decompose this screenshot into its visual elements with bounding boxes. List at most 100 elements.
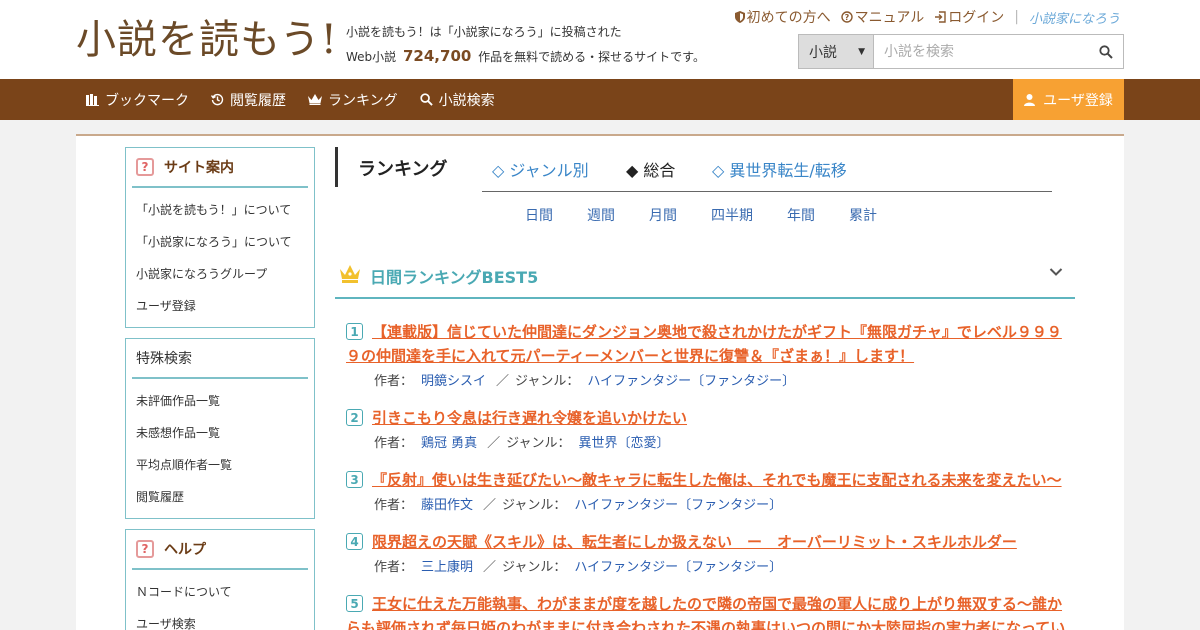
tab-isekai[interactable]: ◇ 異世界転生/転移 <box>712 157 847 181</box>
help-title: ヘルプ <box>164 542 206 558</box>
genre-label: ジャンル： <box>502 560 567 575</box>
ranking-entry: 4 限界超えの天賦《スキル》は、転生者にしか扱えない ー オーバーリミット・スキ… <box>346 530 1070 578</box>
special-search-heading: 特殊検索 <box>132 339 308 379</box>
sidebar-item-narou-group[interactable]: 小説家になろうグループ <box>126 258 314 290</box>
meta-separator: ／ <box>496 374 510 389</box>
shield-icon <box>734 11 745 23</box>
author-label: 作者： <box>374 498 414 513</box>
site-guide-heading: ? サイト案内 <box>132 148 308 188</box>
author-link[interactable]: 藤田作文 <box>421 498 473 513</box>
ranking-tabs: ◇ ジャンル別 ◆ 総合 ◇ 異世界転生/転移 <box>482 155 1052 192</box>
novel-title-link[interactable]: 【連載版】信じていた仲間達にダンジョン奥地で殺されかけたがギフト『無限ガチャ』で… <box>346 320 1070 368</box>
novel-meta: 作者： 鶏冠 勇真 ／ ジャンル： 異世界〔恋愛〕 <box>346 434 1070 454</box>
genre-link[interactable]: ハイファンタジー〔ファンタジー〕 <box>587 374 795 389</box>
user-register-label: ユーザ登録 <box>1043 92 1113 109</box>
period-daily[interactable]: 日間 <box>525 205 553 225</box>
login-link[interactable]: ログイン <box>934 7 1004 27</box>
sidebar-site-guide: ? サイト案内 「小説を読もう！」について 「小説家になろう」について 小説家に… <box>125 147 315 328</box>
site-tagline: 小説を読もう！は「小説家になろう」に投稿された Web小説 724,700 作品… <box>346 20 705 69</box>
period-weekly[interactable]: 週間 <box>587 205 615 225</box>
help-question-icon: ? <box>136 158 154 176</box>
beginners-link[interactable]: 初めての方へ <box>734 7 831 27</box>
genre-link[interactable]: 異世界〔恋愛〕 <box>579 436 670 451</box>
novel-meta: 作者： 藤田作文 ／ ジャンル： ハイファンタジー〔ファンタジー〕 <box>346 496 1070 516</box>
ranking-entry: 3 『反射』使いは生き延びたい～敵キャラに転生した俺は、それでも魔王に支配される… <box>346 468 1070 516</box>
author-link[interactable]: 三上康明 <box>421 560 473 575</box>
sidebar-item-unrated[interactable]: 未評価作品一覧 <box>126 385 314 417</box>
novel-title-link[interactable]: 『反射』使いは生き延びたい～敵キャラに転生した俺は、それでも魔王に支配される未来… <box>346 468 1070 492</box>
nav-search-label: 小説検索 <box>438 92 495 109</box>
novel-title-link[interactable]: 引きこもり令息は行き遅れ令嬢を追いかけたい <box>346 406 1070 430</box>
user-icon <box>1024 93 1036 106</box>
period-cumulative[interactable]: 累計 <box>849 205 877 225</box>
question-circle-icon: ? <box>840 11 853 23</box>
tab-genre[interactable]: ◇ ジャンル別 <box>492 157 589 181</box>
meta-separator: ／ <box>483 498 497 513</box>
author-label: 作者： <box>374 560 414 575</box>
tab-overall[interactable]: ◆ 総合 <box>626 157 675 181</box>
narou-brand-link[interactable]: 小説家になろう <box>1029 8 1120 27</box>
tagline-line-1: 小説を読もう！は「小説家になろう」に投稿された <box>346 25 622 39</box>
nav-ranking-label: ランキング <box>328 92 398 109</box>
rank-number: 1 <box>346 323 363 340</box>
site-logo[interactable]: 小説を読もう! <box>76 14 338 66</box>
site-guide-title: サイト案内 <box>164 160 234 176</box>
crown-icon <box>308 94 322 105</box>
search-category-value: 小説 <box>809 44 837 61</box>
rank-number: 5 <box>346 595 363 612</box>
user-register-button[interactable]: ユーザ登録 <box>1013 79 1124 120</box>
crown-icon <box>340 265 360 283</box>
sidebar-item-user-register[interactable]: ユーザ登録 <box>126 290 314 322</box>
svg-text:?: ? <box>844 13 849 22</box>
sidebar-item-no-reviews[interactable]: 未感想作品一覧 <box>126 417 314 449</box>
manual-link[interactable]: ? マニュアル <box>840 7 925 27</box>
author-link[interactable]: 明鏡シスイ <box>421 374 486 389</box>
daily-best5-title: 日間ランキングBEST5 <box>370 268 539 287</box>
sidebar-item-user-search[interactable]: ユーザ検索 <box>126 608 314 630</box>
author-link[interactable]: 鶏冠 勇真 <box>421 436 477 451</box>
rank-number: 2 <box>346 409 363 426</box>
chevron-down-icon <box>1049 268 1063 276</box>
search-bar: 小説 ▼ <box>798 34 1124 69</box>
beginners-label: 初めての方へ <box>746 10 831 26</box>
search-category-select[interactable]: 小説 ▼ <box>799 35 874 68</box>
nav-bookmark[interactable]: ブックマーク <box>86 90 189 110</box>
search-button[interactable] <box>1089 35 1123 68</box>
ranking-title-bar <box>335 147 338 187</box>
rank-number: 4 <box>346 533 363 550</box>
nav-ranking[interactable]: ランキング <box>308 90 398 110</box>
nav-history[interactable]: 閲覧履歴 <box>211 90 286 110</box>
tagline-suffix: 作品を無料で読める・探せるサイトです。 <box>478 50 705 64</box>
nav-search[interactable]: 小説検索 <box>419 90 495 110</box>
period-quarterly[interactable]: 四半期 <box>711 205 753 225</box>
period-monthly[interactable]: 月間 <box>649 205 677 225</box>
novel-title-link[interactable]: 限界超えの天賦《スキル》は、転生者にしか扱えない ー オーバーリミット・スキルホ… <box>346 530 1070 554</box>
history-icon <box>211 93 224 106</box>
sidebar-item-about-narou[interactable]: 「小説家になろう」について <box>126 226 314 258</box>
period-yearly[interactable]: 年間 <box>787 205 815 225</box>
manual-label: マニュアル <box>854 10 925 26</box>
caret-down-icon: ▼ <box>858 46 865 57</box>
genre-label: ジャンル： <box>502 498 567 513</box>
genre-link[interactable]: ハイファンタジー〔ファンタジー〕 <box>574 560 782 575</box>
tagline-line-2: Web小説 724,700 作品を無料で読める・探せるサイトです。 <box>346 44 705 69</box>
novel-meta: 作者： 三上康明 ／ ジャンル： ハイファンタジー〔ファンタジー〕 <box>346 558 1070 578</box>
search-input[interactable] <box>874 35 1089 68</box>
genre-link[interactable]: ハイファンタジー〔ファンタジー〕 <box>574 498 782 513</box>
daily-best5-header[interactable]: 日間ランキングBEST5 <box>335 253 1075 299</box>
novel-meta: 作者： 明鏡シスイ ／ ジャンル： ハイファンタジー〔ファンタジー〕 <box>346 372 1070 392</box>
sidebar-item-about-yomou[interactable]: 「小説を読もう！」について <box>126 194 314 226</box>
novel-title-link[interactable]: 王女に仕えた万能執事、わがままが度を越したので隣の帝国で最強の軍人に成り上がり無… <box>346 592 1070 630</box>
login-icon <box>935 11 946 23</box>
tagline-prefix: Web小説 <box>346 50 397 64</box>
site-header: 小説を読もう! 小説を読もう！は「小説家になろう」に投稿された Web小説 72… <box>0 0 1200 79</box>
genre-label: ジャンル： <box>506 436 571 451</box>
sidebar-item-ncode[interactable]: Ｎコードについて <box>126 576 314 608</box>
search-icon <box>1099 44 1113 59</box>
author-label: 作者： <box>374 436 414 451</box>
sidebar-item-history[interactable]: 閲覧履歴 <box>126 481 314 513</box>
nav-history-label: 閲覧履歴 <box>230 92 286 109</box>
topnav-divider: | <box>1014 9 1019 25</box>
sidebar-item-avg-score-authors[interactable]: 平均点順作者一覧 <box>126 449 314 481</box>
meta-separator: ／ <box>483 560 497 575</box>
